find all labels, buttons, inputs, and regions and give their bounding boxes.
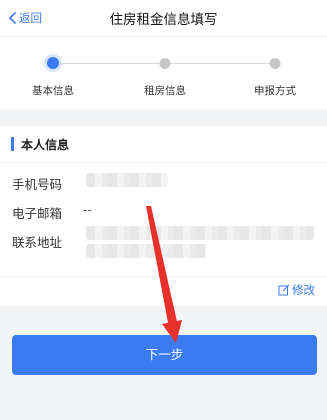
section-accent-bar — [11, 137, 14, 151]
edit-button[interactable]: 修改 — [278, 282, 315, 298]
personal-info-card: 本人信息 手机号码 电子邮箱 -- 联系地址 修改 — [0, 126, 327, 306]
edit-icon — [278, 284, 290, 296]
step-dot-declare-method — [269, 58, 281, 69]
step-label-basic-info: 基本信息 — [32, 85, 74, 97]
address-value-redacted — [86, 244, 206, 258]
address-value-redacted — [86, 226, 314, 240]
step-connector — [165, 63, 275, 64]
edit-label: 修改 — [292, 283, 315, 297]
section-title: 本人信息 — [21, 138, 70, 152]
phone-value-redacted — [86, 173, 168, 187]
step-dot-rental-info — [159, 58, 171, 69]
step-dot-basic-info — [47, 57, 59, 69]
email-value: -- — [83, 203, 92, 217]
divider — [0, 276, 327, 277]
next-step-button[interactable]: 下一步 — [12, 335, 317, 375]
step-label-rental-info: 租房信息 — [144, 85, 186, 97]
step-indicator: 基本信息 租房信息 申报方式 — [0, 36, 327, 109]
step-connector — [53, 63, 165, 64]
section-header: 本人信息 — [0, 126, 327, 163]
step-label-declare-method: 申报方式 — [254, 85, 296, 97]
nav-bar: 返回 住房租金信息填写 — [0, 0, 327, 36]
page-title: 住房租金信息填写 — [109, 12, 218, 28]
address-label: 联系地址 — [12, 235, 63, 250]
phone-label: 手机号码 — [12, 177, 63, 192]
email-label: 电子邮箱 — [12, 206, 63, 221]
